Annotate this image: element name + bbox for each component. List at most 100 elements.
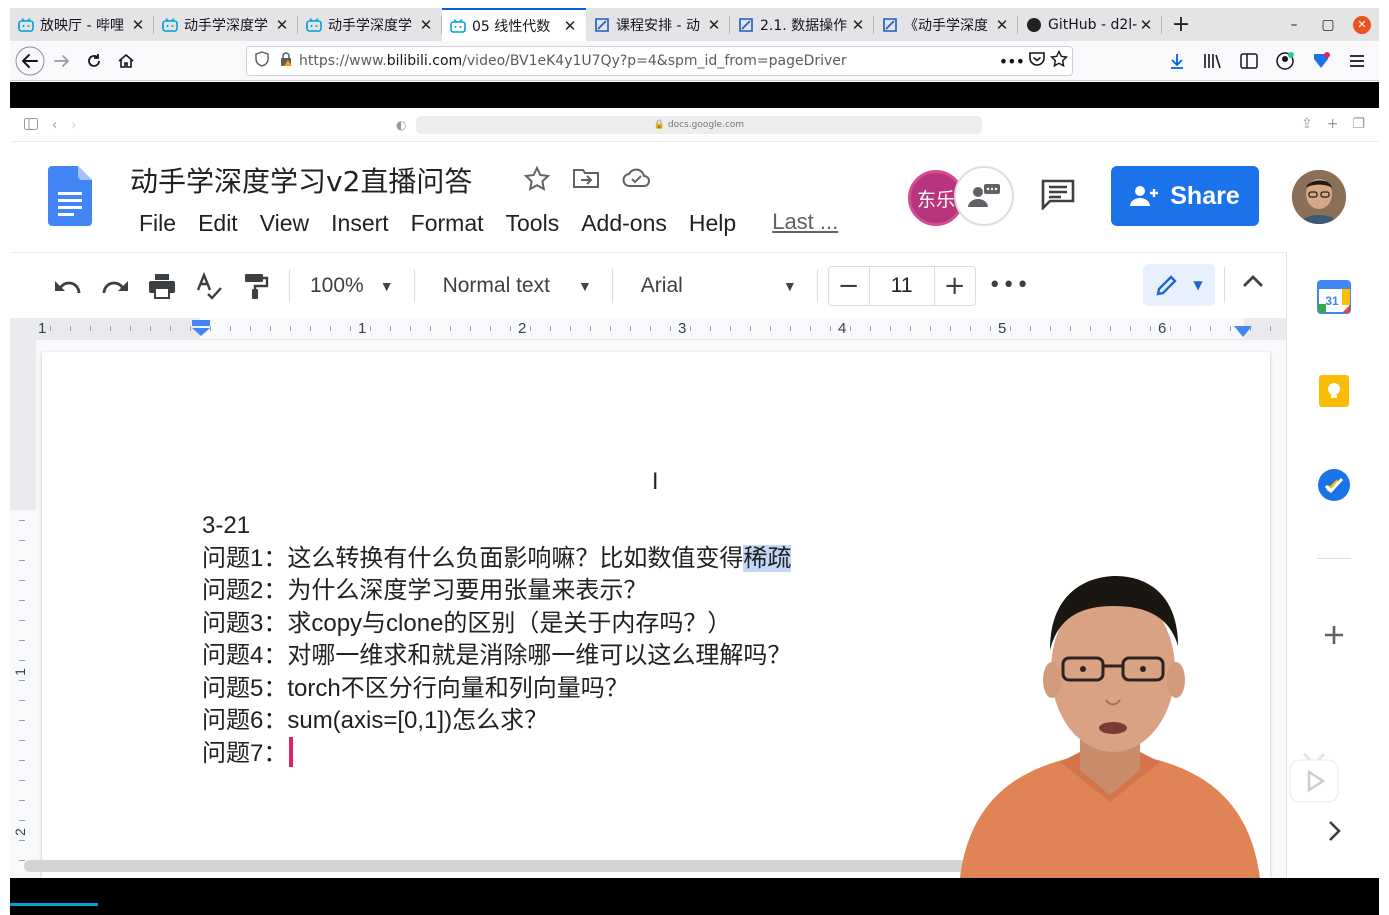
redo-button[interactable] (91, 266, 138, 306)
extension-icon[interactable] (1305, 45, 1337, 77)
present-to-meeting-button[interactable] (954, 166, 1014, 226)
font-size-input[interactable]: 11 (868, 266, 935, 305)
close-tab-icon[interactable]: ✕ (562, 17, 578, 35)
menu-item-edit[interactable]: Edit (187, 208, 249, 238)
doc-question-1[interactable]: 问题1：这么转换有什么负面影响嘛？比如数值变得稀疏 (202, 543, 792, 576)
style-select[interactable]: Normal text ▼ (425, 274, 602, 298)
star-icon[interactable] (523, 165, 551, 198)
account-icon[interactable] (1269, 45, 1301, 77)
vruler-tick (19, 600, 25, 601)
close-tab-icon[interactable]: ✕ (994, 16, 1010, 34)
vruler-tick (19, 560, 25, 561)
document-title[interactable]: 动手学深度学习v2直播问答 (130, 160, 472, 200)
zoom-select[interactable]: 100% ▼ (300, 274, 404, 298)
more-options-icon[interactable]: ••• (986, 266, 1033, 306)
pencil-icon (1156, 275, 1178, 296)
back-button[interactable] (14, 45, 46, 77)
doc-question-3[interactable]: 问题3：求copy与clone的区别（是关于内存吗？） (202, 608, 791, 641)
add-addon-icon[interactable] (1317, 618, 1351, 652)
share-people-icon (1130, 186, 1159, 206)
home-button[interactable] (110, 45, 142, 77)
increase-font-size-button[interactable]: + (935, 267, 975, 305)
sidebar-toggle-icon[interactable] (1233, 45, 1265, 77)
close-tab-icon[interactable]: ✕ (130, 16, 146, 34)
left-indent-marker-icon[interactable] (192, 320, 210, 336)
doc-question-4[interactable]: 问题4：对哪一维求和就是消除哪一维可以这么理解吗？ (202, 640, 791, 673)
undo-button[interactable] (44, 266, 91, 306)
video-progress-bar[interactable] (10, 903, 98, 906)
bilibili-tv-icon[interactable] (1288, 752, 1340, 804)
browser-tab[interactable]: 放映厅 - 哔哩 ✕ (10, 8, 154, 41)
browser-tab[interactable]: 2.1. 数据操作 ✕ (730, 8, 874, 41)
menu-item-add-ons[interactable]: Add-ons (570, 208, 678, 238)
vertical-ruler[interactable]: 12 (10, 340, 36, 878)
doc-question-5[interactable]: 问题5：torch不区分行向量和列向量吗？ (202, 673, 791, 706)
bookmark-star-icon[interactable] (1049, 49, 1069, 72)
new-tab-button[interactable]: + (1162, 8, 1200, 41)
url-bar[interactable]: https://www.bilibili.com/video/BV1eK4y1U… (246, 46, 1073, 76)
close-tab-icon[interactable]: ✕ (1138, 16, 1154, 34)
tasks-icon[interactable] (1317, 468, 1351, 502)
editing-mode-button[interactable]: ▼ (1143, 264, 1215, 306)
doc-date-line[interactable]: 3-21 (202, 510, 791, 543)
selected-text[interactable]: 稀疏 (743, 544, 792, 572)
user-avatar[interactable] (1292, 170, 1346, 224)
menu-item-help[interactable]: Help (678, 208, 747, 238)
downloads-icon[interactable] (1161, 45, 1193, 77)
menu-item-view[interactable]: View (249, 208, 320, 238)
expand-panel-chevron-icon[interactable] (1317, 814, 1351, 848)
spellcheck-button[interactable] (185, 266, 232, 306)
document-body[interactable]: 3-21 问题1：这么转换有什么负面影响嘛？比如数值变得稀疏 问题2：为什么深度… (202, 510, 792, 771)
tracking-shield-icon[interactable] (255, 51, 269, 71)
browser-tab[interactable]: 动手学深度学 ✕ (154, 8, 298, 41)
doc-question-7[interactable]: 问题7： (202, 737, 791, 771)
minimize-icon[interactable]: – (1277, 8, 1311, 41)
lock-warning-icon[interactable] (279, 51, 293, 71)
reload-button[interactable] (78, 45, 110, 77)
menu-hamburger-icon[interactable] (1341, 45, 1373, 77)
ruler-tick (90, 326, 91, 331)
close-tab-icon[interactable]: ✕ (850, 16, 866, 34)
browser-tab[interactable]: 课程安排 - 动 ✕ (586, 8, 730, 41)
maximize-icon[interactable]: ▢ (1311, 8, 1345, 41)
calendar-icon[interactable]: 31 (1317, 280, 1351, 314)
zoom-value: 100% (310, 273, 364, 297)
page-actions-icon[interactable]: ••• (999, 52, 1025, 71)
last-edit-link[interactable]: Last ... (772, 208, 838, 238)
print-button[interactable] (138, 266, 185, 306)
comment-history-icon[interactable] (1040, 178, 1076, 210)
pocket-icon[interactable] (1028, 50, 1046, 72)
browser-tab[interactable]: 《动手学深度 ✕ (874, 8, 1018, 41)
doc-question-6[interactable]: 问题6：sum(axis=[0,1])怎么求？ (202, 705, 791, 738)
menu-item-tools[interactable]: Tools (495, 208, 571, 238)
collapse-menus-button[interactable] (1242, 269, 1264, 294)
keep-icon[interactable] (1317, 374, 1351, 408)
close-window-icon[interactable]: ✕ (1345, 8, 1379, 41)
move-to-folder-icon[interactable] (572, 166, 600, 198)
menu-item-format[interactable]: Format (400, 208, 495, 238)
vruler-number: 1 (11, 668, 28, 676)
browser-tab[interactable]: 动手学深度学 ✕ (298, 8, 442, 41)
horizontal-ruler[interactable]: 1 1 2 3 4 5 6 (10, 318, 1286, 340)
doc-question-2[interactable]: 问题2：为什么深度学习要用张量来表示？ (202, 575, 791, 608)
url-text[interactable]: https://www.bilibili.com/video/BV1eK4y1U… (299, 53, 847, 69)
share-button[interactable]: Share (1111, 166, 1259, 226)
menu-item-insert[interactable]: Insert (320, 208, 400, 238)
close-tab-icon[interactable]: ✕ (706, 16, 722, 34)
close-tab-icon[interactable]: ✕ (274, 16, 290, 34)
menu-item-file[interactable]: File (128, 208, 187, 238)
close-tab-icon[interactable]: ✕ (418, 16, 434, 34)
paint-format-button[interactable] (232, 266, 279, 306)
horizontal-scrollbar[interactable] (24, 860, 984, 872)
library-icon[interactable] (1197, 45, 1229, 77)
forward-button[interactable] (46, 45, 78, 77)
cloud-saved-icon[interactable] (622, 166, 652, 198)
font-select[interactable]: Arial ▼ (623, 274, 807, 298)
browser-tab[interactable]: 05 线性代数 ✕ (442, 8, 586, 41)
inner-share-icon: ⇪ (1300, 116, 1313, 132)
decrease-font-size-button[interactable]: − (829, 267, 869, 305)
ruler-tick (650, 326, 651, 331)
google-docs-logo-icon[interactable] (48, 166, 92, 226)
browser-tab[interactable]: GitHub - d2l- ✕ (1018, 8, 1162, 41)
docs-header: 动手学深度学习v2直播问答 File Edit View Insert Format To… (10, 142, 1379, 250)
